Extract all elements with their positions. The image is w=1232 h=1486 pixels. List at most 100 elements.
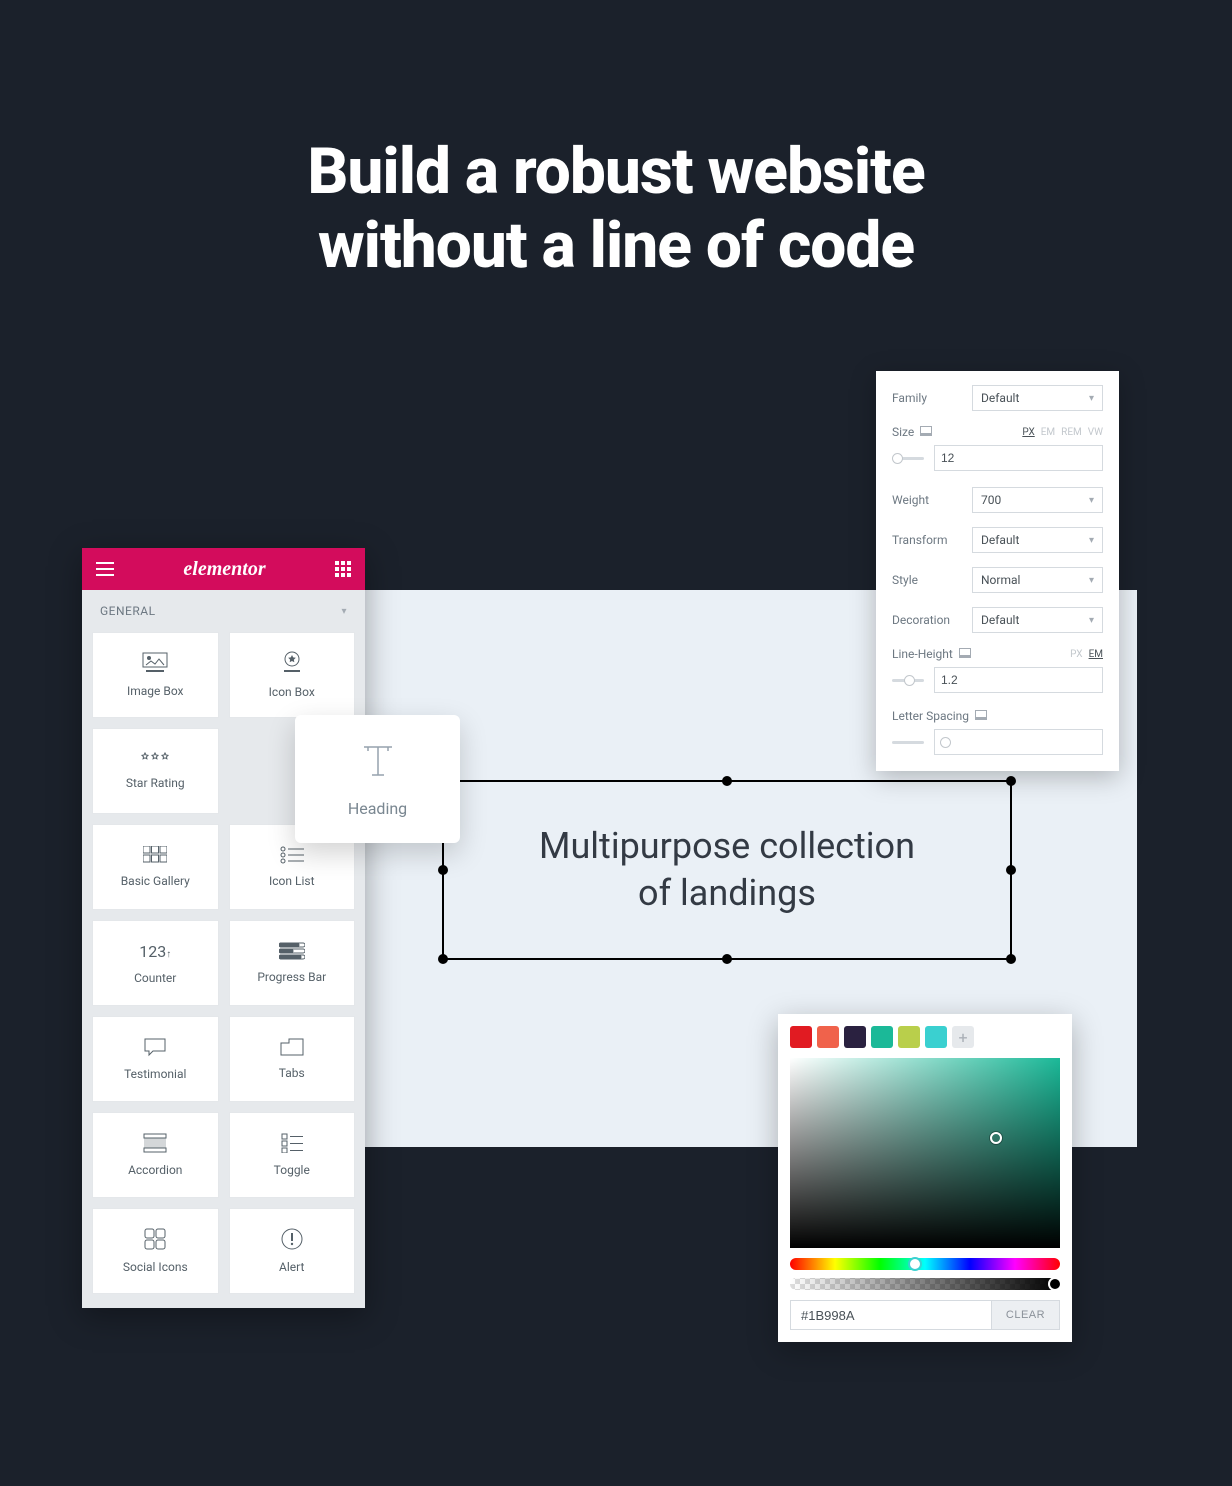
- resize-handle-ml[interactable]: [438, 865, 448, 875]
- size-slider[interactable]: [892, 457, 924, 460]
- letterspacing-slider[interactable]: [892, 741, 924, 744]
- swatch-1[interactable]: [790, 1026, 812, 1048]
- widget-testimonial[interactable]: Testimonial: [92, 1016, 219, 1102]
- hex-input[interactable]: [790, 1300, 992, 1330]
- icon-box-icon: [279, 651, 305, 675]
- sv-cursor[interactable]: [990, 1132, 1002, 1144]
- widget-label: Icon List: [269, 874, 315, 888]
- accordion-icon: [143, 1133, 167, 1153]
- transform-select[interactable]: Default▾: [972, 527, 1103, 553]
- widget-label: Icon Box: [269, 685, 315, 699]
- family-label: Family: [892, 391, 972, 405]
- swatch-5[interactable]: [898, 1026, 920, 1048]
- heading-icon-large: [358, 741, 398, 781]
- add-swatch-button[interactable]: +: [952, 1026, 974, 1048]
- elementor-header: elementor: [82, 548, 365, 590]
- family-select[interactable]: Default▾: [972, 385, 1103, 411]
- swatch-6[interactable]: [925, 1026, 947, 1048]
- heading-card-label: Heading: [348, 799, 407, 818]
- weight-select[interactable]: 700▾: [972, 487, 1103, 513]
- widget-counter[interactable]: 123↑ Counter: [92, 920, 219, 1006]
- chevron-down-icon: ▾: [1089, 393, 1094, 404]
- decoration-label: Decoration: [892, 613, 972, 627]
- swatch-3[interactable]: [844, 1026, 866, 1048]
- widget-accordion[interactable]: Accordion: [92, 1112, 219, 1198]
- icon-list-icon: [280, 846, 304, 864]
- widget-label: Star Rating: [126, 776, 185, 790]
- clear-color-button[interactable]: CLEAR: [992, 1300, 1060, 1330]
- widget-label: Tabs: [279, 1066, 305, 1080]
- resize-handle-tr[interactable]: [1006, 776, 1016, 786]
- widget-label: Testimonial: [124, 1067, 186, 1081]
- alpha-slider[interactable]: [790, 1278, 1060, 1290]
- chevron-down-icon: ▾: [1089, 615, 1094, 626]
- progress-bar-icon: [279, 942, 305, 960]
- canvas-text-line2: of landings: [539, 870, 915, 917]
- widget-label: Accordion: [128, 1163, 182, 1177]
- resize-handle-mr[interactable]: [1006, 865, 1016, 875]
- widget-alert[interactable]: Alert: [229, 1208, 356, 1294]
- resize-handle-tc[interactable]: [722, 776, 732, 786]
- widget-basic-gallery[interactable]: Basic Gallery: [92, 824, 219, 910]
- device-icon[interactable]: [920, 426, 932, 436]
- alpha-thumb[interactable]: [1048, 1277, 1062, 1291]
- swatch-2[interactable]: [817, 1026, 839, 1048]
- section-header-general[interactable]: GENERAL ▾: [82, 590, 365, 632]
- widget-label: Basic Gallery: [121, 874, 190, 888]
- chevron-down-icon: ▾: [1089, 575, 1094, 586]
- dragged-widget-heading[interactable]: Heading: [295, 715, 460, 843]
- color-picker-panel: + CLEAR: [778, 1014, 1072, 1342]
- elementor-brand: elementor: [183, 558, 265, 581]
- size-units[interactable]: PX EM REM VW: [1022, 427, 1103, 438]
- device-icon[interactable]: [959, 648, 971, 658]
- widget-label: Toggle: [274, 1163, 310, 1177]
- menu-icon[interactable]: [96, 562, 114, 576]
- hero-line2: without a line of code: [0, 209, 1232, 283]
- lineheight-units[interactable]: PX EM: [1070, 649, 1103, 660]
- section-label: GENERAL: [100, 604, 156, 618]
- counter-icon: 123↑: [139, 942, 171, 961]
- size-label: Size: [892, 425, 972, 439]
- elementor-widgets-panel: elementor GENERAL ▾ Image Box Icon Box S…: [82, 548, 365, 1308]
- testimonial-icon: [143, 1037, 167, 1057]
- widget-label: Social Icons: [123, 1260, 188, 1274]
- saturation-value-box[interactable]: [790, 1058, 1060, 1248]
- chevron-down-icon: ▾: [1089, 495, 1094, 506]
- typography-panel: Family Default▾ Size PX EM REM VW Weight…: [876, 371, 1119, 771]
- widget-image-box[interactable]: Image Box: [92, 632, 219, 718]
- hero-line1: Build a robust website: [0, 135, 1232, 209]
- widget-tabs[interactable]: Tabs: [229, 1016, 356, 1102]
- lineheight-slider[interactable]: [892, 679, 924, 682]
- star-rating-icon: [140, 752, 170, 766]
- resize-handle-br[interactable]: [1006, 954, 1016, 964]
- lineheight-input[interactable]: [934, 667, 1103, 693]
- canvas-text-line1: Multipurpose collection: [539, 823, 915, 870]
- widget-social-icons[interactable]: Social Icons: [92, 1208, 219, 1294]
- hue-slider[interactable]: [790, 1258, 1060, 1270]
- decoration-select[interactable]: Default▾: [972, 607, 1103, 633]
- widget-star-rating[interactable]: Star Rating: [92, 728, 219, 814]
- resize-handle-bl[interactable]: [438, 954, 448, 964]
- size-input[interactable]: [934, 445, 1103, 471]
- social-icons-icon: [144, 1228, 166, 1250]
- hue-thumb[interactable]: [908, 1257, 922, 1271]
- letterspacing-input[interactable]: [934, 729, 1103, 755]
- hero-title: Build a robust website without a line of…: [0, 135, 1232, 282]
- selected-heading-element[interactable]: Multipurpose collection of landings: [442, 780, 1012, 960]
- letterspacing-label: Letter Spacing: [892, 709, 1103, 723]
- style-label: Style: [892, 573, 972, 587]
- chevron-down-icon: ▾: [341, 606, 347, 617]
- resize-handle-bc[interactable]: [722, 954, 732, 964]
- widget-progress-bar[interactable]: Progress Bar: [229, 920, 356, 1006]
- gallery-icon: [143, 846, 167, 864]
- swatch-4[interactable]: [871, 1026, 893, 1048]
- widget-label: Image Box: [127, 684, 184, 698]
- widget-icon-box[interactable]: Icon Box: [229, 632, 356, 718]
- chevron-down-icon: ▾: [1089, 535, 1094, 546]
- widget-toggle[interactable]: Toggle: [229, 1112, 356, 1198]
- grid-icon[interactable]: [335, 561, 351, 577]
- style-select[interactable]: Normal▾: [972, 567, 1103, 593]
- widget-label: Alert: [279, 1260, 304, 1274]
- device-icon[interactable]: [975, 710, 987, 720]
- lineheight-label: Line-Height: [892, 647, 972, 661]
